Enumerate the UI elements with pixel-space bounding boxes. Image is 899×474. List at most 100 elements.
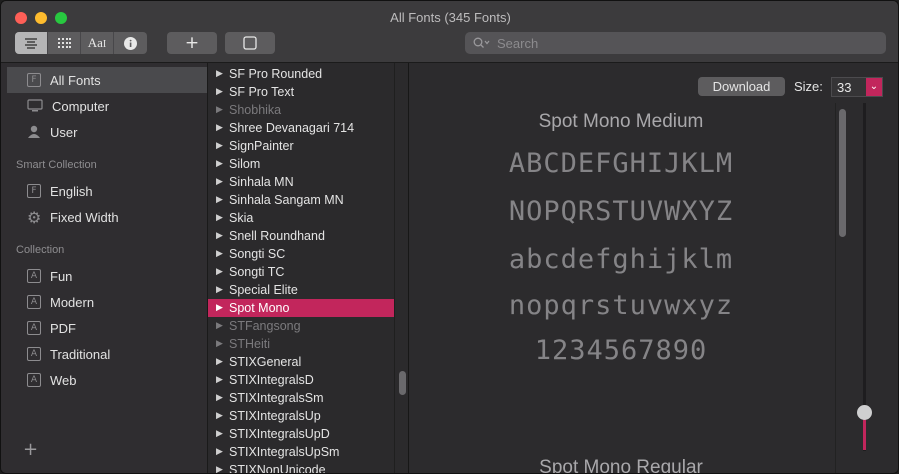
collection-icon: A	[27, 321, 41, 335]
sidebar-item-user[interactable]: User	[7, 119, 207, 145]
disclosure-triangle-icon[interactable]: ▶	[216, 411, 224, 421]
view-mode-segmented-control: AaI	[15, 32, 147, 54]
sample-view-button[interactable]	[15, 32, 48, 54]
font-family-name: Songti TC	[229, 265, 285, 279]
disclosure-triangle-icon[interactable]: ▶	[216, 231, 224, 241]
font-family-name: Spot Mono	[229, 301, 290, 315]
grid-icon	[57, 37, 71, 48]
size-slider-track[interactable]	[863, 103, 866, 451]
font-family-name: SF Pro Text	[229, 85, 295, 99]
info-icon	[124, 36, 137, 50]
font-family-row[interactable]: ▶ STHeiti	[208, 335, 394, 353]
disclosure-triangle-icon[interactable]: ▶	[216, 195, 224, 205]
font-family-row[interactable]: ▶ Spot Mono	[208, 299, 394, 317]
chevron-down-icon[interactable]: ⌄	[866, 78, 882, 96]
font-family-name: STIXIntegralsSm	[229, 391, 324, 405]
sidebar-item-traditional[interactable]: A Traditional	[7, 341, 207, 367]
font-family-name: Skia	[229, 211, 254, 225]
font-family-row[interactable]: ▶ Sinhala Sangam MN	[208, 191, 394, 209]
gear-icon: ⚙	[27, 207, 42, 227]
disclosure-triangle-icon[interactable]: ▶	[216, 105, 224, 115]
info-view-button[interactable]	[114, 32, 147, 54]
disclosure-triangle-icon[interactable]: ▶	[216, 159, 224, 169]
font-family-name: STIXIntegralsUpD	[229, 427, 330, 441]
font-family-row[interactable]: ▶ Special Elite	[208, 281, 394, 299]
font-family-name: Sinhala Sangam MN	[229, 193, 344, 207]
size-slider-knob[interactable]	[857, 405, 872, 420]
sidebar-item-computer[interactable]: Computer	[7, 93, 207, 119]
sidebar-item-fixed-width[interactable]: ⚙ Fixed Width	[7, 204, 207, 230]
sidebar-item-english[interactable]: F English	[7, 178, 207, 204]
font-list-scrollbar[interactable]	[394, 63, 408, 473]
font-family-row[interactable]: ▶ STIXIntegralsD	[208, 371, 394, 389]
font-family-name: STIXIntegralsUp	[229, 409, 321, 423]
sidebar-item-web[interactable]: A Web	[7, 367, 207, 393]
font-family-row[interactable]: ▶ Sinhala MN	[208, 173, 394, 191]
font-family-row[interactable]: ▶ SignPainter	[208, 137, 394, 155]
collection-icon: A	[27, 347, 41, 361]
preview-title-regular: Spot Mono Regular	[539, 457, 703, 474]
font-family-row[interactable]: ▶ Skia	[208, 209, 394, 227]
search-input[interactable]	[497, 35, 877, 51]
computer-icon	[27, 99, 43, 112]
font-family-row[interactable]: ▶ STFangsong	[208, 317, 394, 335]
font-family-row[interactable]: ▶ STIXNonUnicode	[208, 461, 394, 473]
deactivate-font-button[interactable]	[225, 32, 275, 54]
add-font-button[interactable]: +	[167, 32, 217, 54]
font-family-row[interactable]: ▶ STIXIntegralsSm	[208, 389, 394, 407]
search-field[interactable]	[465, 32, 886, 54]
grid-view-button[interactable]	[48, 32, 81, 54]
repertoire-view-button[interactable]: AaI	[81, 32, 114, 54]
disclosure-triangle-icon[interactable]: ▶	[216, 87, 224, 97]
add-collection-button[interactable]: +	[23, 439, 38, 460]
disclosure-triangle-icon[interactable]: ▶	[216, 465, 224, 473]
font-family-row[interactable]: ▶ SF Pro Rounded	[208, 65, 394, 83]
disclosure-triangle-icon[interactable]: ▶	[216, 285, 224, 295]
collection-icon: A	[27, 295, 41, 309]
disclosure-triangle-icon[interactable]: ▶	[216, 141, 224, 151]
font-family-name: STIXIntegralsD	[229, 373, 314, 387]
preview-title-medium: Spot Mono Medium	[538, 111, 704, 132]
font-family-row[interactable]: ▶ Shobhika	[208, 101, 394, 119]
font-family-row[interactable]: ▶ Songti TC	[208, 263, 394, 281]
font-family-row[interactable]: ▶ Silom	[208, 155, 394, 173]
disclosure-triangle-icon[interactable]: ▶	[216, 321, 224, 331]
font-family-row[interactable]: ▶ SF Pro Text	[208, 83, 394, 101]
font-list-scroll-thumb[interactable]	[399, 371, 406, 395]
disclosure-triangle-icon[interactable]: ▶	[216, 357, 224, 367]
disclosure-triangle-icon[interactable]: ▶	[216, 177, 224, 187]
font-family-name: Silom	[229, 157, 261, 171]
size-input[interactable]	[832, 78, 866, 96]
font-library-icon: F	[27, 184, 41, 198]
disclosure-triangle-icon[interactable]: ▶	[216, 447, 224, 457]
sidebar-item-fun[interactable]: A Fun	[7, 263, 207, 289]
disclosure-triangle-icon[interactable]: ▶	[216, 213, 224, 223]
preview-scroll-thumb[interactable]	[839, 109, 846, 237]
font-family-name: SignPainter	[229, 139, 294, 153]
font-family-row[interactable]: ▶ STIXGeneral	[208, 353, 394, 371]
font-family-name: Shree Devanagari 714	[229, 121, 355, 135]
disclosure-triangle-icon[interactable]: ▶	[216, 303, 224, 313]
font-family-row[interactable]: ▶ Shree Devanagari 714	[208, 119, 394, 137]
disclosure-triangle-icon[interactable]: ▶	[216, 267, 224, 277]
download-button[interactable]: Download	[698, 77, 785, 96]
disclosure-triangle-icon[interactable]: ▶	[216, 393, 224, 403]
font-family-row[interactable]: ▶ STIXIntegralsUp	[208, 407, 394, 425]
disclosure-triangle-icon[interactable]: ▶	[216, 429, 224, 439]
disclosure-triangle-icon[interactable]: ▶	[216, 69, 224, 79]
sidebar-item-modern[interactable]: A Modern	[7, 289, 207, 315]
disclosure-triangle-icon[interactable]: ▶	[216, 375, 224, 385]
disclosure-triangle-icon[interactable]: ▶	[216, 339, 224, 349]
font-family-row[interactable]: ▶ STIXIntegralsUpSm	[208, 443, 394, 461]
sidebar-item-all-fonts[interactable]: F All Fonts	[7, 67, 207, 93]
font-family-row[interactable]: ▶ Snell Roundhand	[208, 227, 394, 245]
plus-icon: +	[184, 32, 200, 53]
disclosure-triangle-icon[interactable]: ▶	[216, 123, 224, 133]
preview-scrollbar[interactable]	[835, 103, 849, 473]
font-family-row[interactable]: ▶ Songti SC	[208, 245, 394, 263]
sidebar-item-pdf[interactable]: A PDF	[7, 315, 207, 341]
size-combobox[interactable]: ⌄	[831, 77, 883, 97]
lines-icon	[25, 37, 37, 49]
disclosure-triangle-icon[interactable]: ▶	[216, 249, 224, 259]
font-family-row[interactable]: ▶ STIXIntegralsUpD	[208, 425, 394, 443]
